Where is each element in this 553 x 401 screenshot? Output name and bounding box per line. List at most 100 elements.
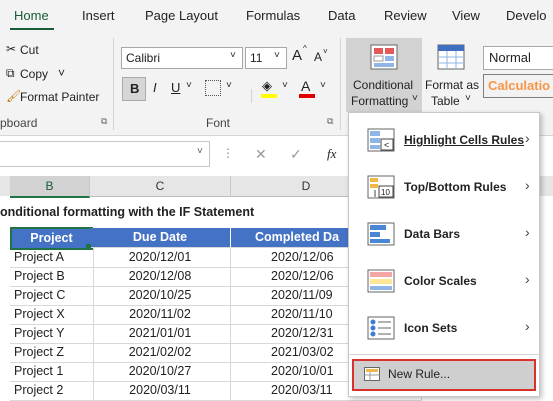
chevron-right-icon: ›	[525, 318, 530, 334]
table-cell[interactable]: Project 1	[10, 362, 94, 382]
format-painter-button[interactable]: 🖌 Format Painter	[0, 89, 110, 109]
table-cell[interactable]: Project 2	[10, 381, 94, 401]
drag-handle-icon[interactable]: ⋮	[222, 146, 234, 160]
table-cell[interactable]: 2020/10/27	[90, 362, 231, 382]
style-normal-label: Normal	[489, 50, 531, 65]
tab-view[interactable]: View	[452, 8, 480, 23]
font-color-label: A	[301, 78, 311, 94]
cf-label-line1: Conditional	[353, 78, 414, 92]
table-cell[interactable]: Project Y	[10, 324, 94, 344]
chevron-right-icon: ›	[525, 224, 530, 240]
style-calculation[interactable]: Calculatio	[483, 74, 553, 98]
menu-item-new-rule[interactable]: New Rule...	[352, 359, 536, 391]
dialog-launcher-icon[interactable]: ⧉	[101, 116, 107, 127]
font-group-label: Font	[206, 116, 231, 130]
svg-text:10: 10	[381, 188, 390, 197]
bold-button[interactable]: B	[122, 77, 146, 101]
font-color-button[interactable]: A	[297, 78, 317, 98]
table-cell[interactable]: 2020/03/11	[90, 381, 231, 401]
paintbrush-icon: 🖌	[6, 89, 22, 103]
format-as-table-button[interactable]: Format as Table ˅	[423, 38, 479, 112]
table-cell[interactable]: Project C	[10, 286, 94, 306]
chevron-down-icon: ˅	[274, 50, 280, 61]
font-name-box[interactable]: Calibri ˅	[121, 47, 243, 69]
format-painter-label: Format Painter	[20, 90, 100, 104]
sheet-title[interactable]: onditional formatting with the IF Statem…	[0, 205, 254, 219]
tab-home[interactable]: Home	[14, 8, 49, 23]
italic-button[interactable]: I	[153, 80, 157, 95]
chevron-right-icon: ›	[525, 130, 530, 146]
cancel-icon[interactable]: ✕	[255, 146, 267, 163]
tab-review[interactable]: Review	[384, 8, 427, 23]
grow-font-button[interactable]: A	[292, 47, 302, 64]
table-header-project[interactable]: Project	[10, 227, 93, 250]
borders-icon[interactable]	[205, 80, 221, 96]
table-cell[interactable]: Project A	[10, 248, 94, 268]
clipboard-group-label: pboard	[0, 116, 38, 130]
group-separator	[113, 38, 114, 130]
menu-label: Highlight Cells Rules	[404, 133, 525, 147]
fat-label-line2: Table	[431, 94, 460, 108]
copy-button[interactable]: ⧉ Copy ˅	[0, 66, 110, 86]
color-scales-icon	[367, 269, 395, 293]
chevron-down-icon[interactable]: ˅	[186, 80, 192, 91]
font-color-swatch	[299, 94, 315, 98]
style-calculation-label: Calculatio	[488, 78, 551, 93]
table-header-due-date[interactable]: Due Date	[90, 228, 231, 248]
chevron-right-icon: ›	[525, 177, 530, 193]
menu-item-color-scales[interactable]: Color Scales ›	[349, 258, 539, 304]
table-cell[interactable]: 2020/12/01	[90, 248, 231, 268]
underline-button[interactable]: U	[171, 80, 180, 95]
menu-item-highlight-cells-rules[interactable]: < Highlight Cells Rules ›	[349, 117, 539, 163]
menu-label: Icon Sets	[404, 321, 458, 335]
chevron-down-icon[interactable]: ˅	[226, 80, 232, 91]
table-cell[interactable]: 2020/10/25	[90, 286, 231, 306]
conditional-formatting-button[interactable]: Conditional Formatting ˅	[346, 38, 422, 112]
divider	[251, 89, 252, 103]
chevron-down-icon[interactable]: ˅	[320, 80, 326, 91]
cut-button[interactable]: ✂ Cut	[0, 42, 110, 62]
fill-color-button[interactable]: ◈	[259, 78, 279, 98]
top-bottom-icon: 10	[367, 175, 395, 199]
caret-up-icon: ^	[303, 44, 307, 53]
chevron-down-icon: ˅	[197, 146, 203, 157]
table-cell[interactable]: Project B	[10, 267, 94, 287]
shrink-font-button[interactable]: A	[314, 50, 322, 64]
menu-item-top-bottom-rules[interactable]: 10 Top/Bottom Rules ›	[349, 164, 539, 210]
tab-formulas[interactable]: Formulas	[246, 8, 300, 23]
table-cell[interactable]: Project Z	[10, 343, 94, 363]
tab-insert[interactable]: Insert	[82, 8, 115, 23]
fill-color-swatch	[261, 94, 277, 98]
table-cell[interactable]: Project X	[10, 305, 94, 325]
column-header-b[interactable]: B	[10, 176, 90, 198]
tab-developer[interactable]: Develo	[506, 8, 546, 23]
highlight-cells-icon: <	[367, 128, 395, 152]
enter-icon[interactable]: ✓	[290, 146, 302, 163]
copy-icon: ⧉	[6, 66, 15, 80]
chevron-down-icon[interactable]: ˅	[282, 80, 288, 91]
table-cell[interactable]: 2021/01/01	[90, 324, 231, 344]
new-rule-icon	[364, 367, 380, 381]
menu-label: Data Bars	[404, 227, 461, 241]
tab-page-layout[interactable]: Page Layout	[145, 8, 218, 23]
menu-item-data-bars[interactable]: Data Bars ›	[349, 211, 539, 257]
fx-icon[interactable]: fx	[327, 146, 336, 162]
name-box[interactable]: ˅	[0, 141, 210, 167]
chevron-down-icon: ˅	[412, 93, 418, 104]
table-icon	[437, 44, 465, 70]
menu-item-icon-sets[interactable]: Icon Sets ›	[349, 305, 539, 351]
font-name-value: Calibri	[126, 51, 161, 65]
column-header-c[interactable]: C	[90, 176, 231, 197]
font-size-box[interactable]: 11 ˅	[245, 47, 287, 69]
style-normal[interactable]: Normal	[483, 46, 553, 70]
table-cell[interactable]: 2020/11/02	[90, 305, 231, 325]
paint-bucket-icon: ◈	[262, 78, 272, 93]
cf-label-line2: Formatting	[351, 94, 409, 108]
chevron-down-icon: ˅	[58, 66, 66, 80]
cut-label: Cut	[20, 43, 39, 57]
table-cell[interactable]: 2021/02/02	[90, 343, 231, 363]
scissors-icon: ✂	[6, 42, 17, 56]
dialog-launcher-icon[interactable]: ⧉	[327, 116, 333, 127]
tab-data[interactable]: Data	[328, 8, 355, 23]
table-cell[interactable]: 2020/12/08	[90, 267, 231, 287]
